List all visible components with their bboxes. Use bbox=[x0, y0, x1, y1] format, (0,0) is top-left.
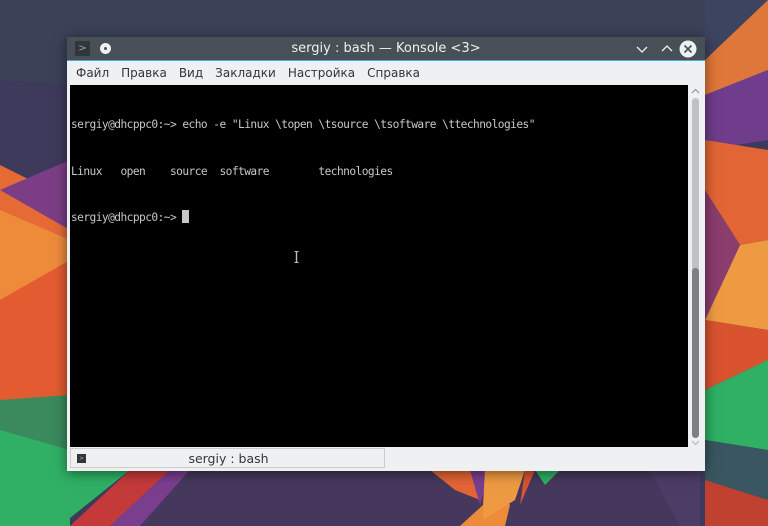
scroll-up-arrow-icon[interactable] bbox=[691, 87, 700, 95]
ibeam-cursor-icon bbox=[294, 251, 299, 263]
scroll-down-arrow-icon[interactable] bbox=[691, 439, 700, 447]
tab-bar: > sergiy : bash bbox=[70, 448, 702, 470]
scrollbar-thumb[interactable] bbox=[692, 268, 699, 438]
scrollbar-track[interactable] bbox=[692, 98, 699, 438]
window-title: sergiy : bash — Konsole <3> bbox=[291, 41, 481, 56]
maximize-button[interactable] bbox=[658, 40, 676, 58]
menu-edit[interactable]: Правка bbox=[115, 61, 173, 85]
terminal-scrollbar[interactable] bbox=[689, 85, 702, 447]
tab-sergiy-bash[interactable]: > sergiy : bash bbox=[70, 448, 385, 468]
prompt-text: sergiy@dhcppc0:~> bbox=[71, 211, 183, 224]
close-icon bbox=[679, 40, 697, 58]
konsole-window: > sergiy : bash — Konsole <3> Файл Правк… bbox=[67, 37, 705, 471]
chevron-up-icon bbox=[661, 45, 673, 52]
terminal-line-prompt: sergiy@dhcppc0:~> bbox=[70, 210, 688, 226]
menu-bookmarks[interactable]: Закладки bbox=[209, 61, 282, 85]
text-cursor bbox=[182, 210, 190, 223]
menu-settings[interactable]: Настройка bbox=[282, 61, 361, 85]
terminal-output[interactable]: sergiy@dhcppc0:~> echo -e "Linux \topen … bbox=[70, 85, 688, 447]
terminal-line-command: sergiy@dhcppc0:~> echo -e "Linux \topen … bbox=[71, 118, 535, 131]
chevron-down-icon bbox=[636, 46, 648, 53]
close-button[interactable] bbox=[679, 40, 697, 58]
title-bar[interactable]: > sergiy : bash — Konsole <3> bbox=[67, 37, 705, 61]
menu-file[interactable]: Файл bbox=[70, 61, 115, 85]
menu-help[interactable]: Справка bbox=[361, 61, 426, 85]
minimize-button[interactable] bbox=[633, 40, 651, 58]
terminal-line-output: Linux open source software technologies bbox=[71, 164, 393, 178]
menu-view[interactable]: Вид bbox=[173, 61, 209, 85]
menu-bar: Файл Правка Вид Закладки Настройка Справ… bbox=[67, 61, 705, 85]
tab-label: sergiy : bash bbox=[188, 451, 269, 466]
